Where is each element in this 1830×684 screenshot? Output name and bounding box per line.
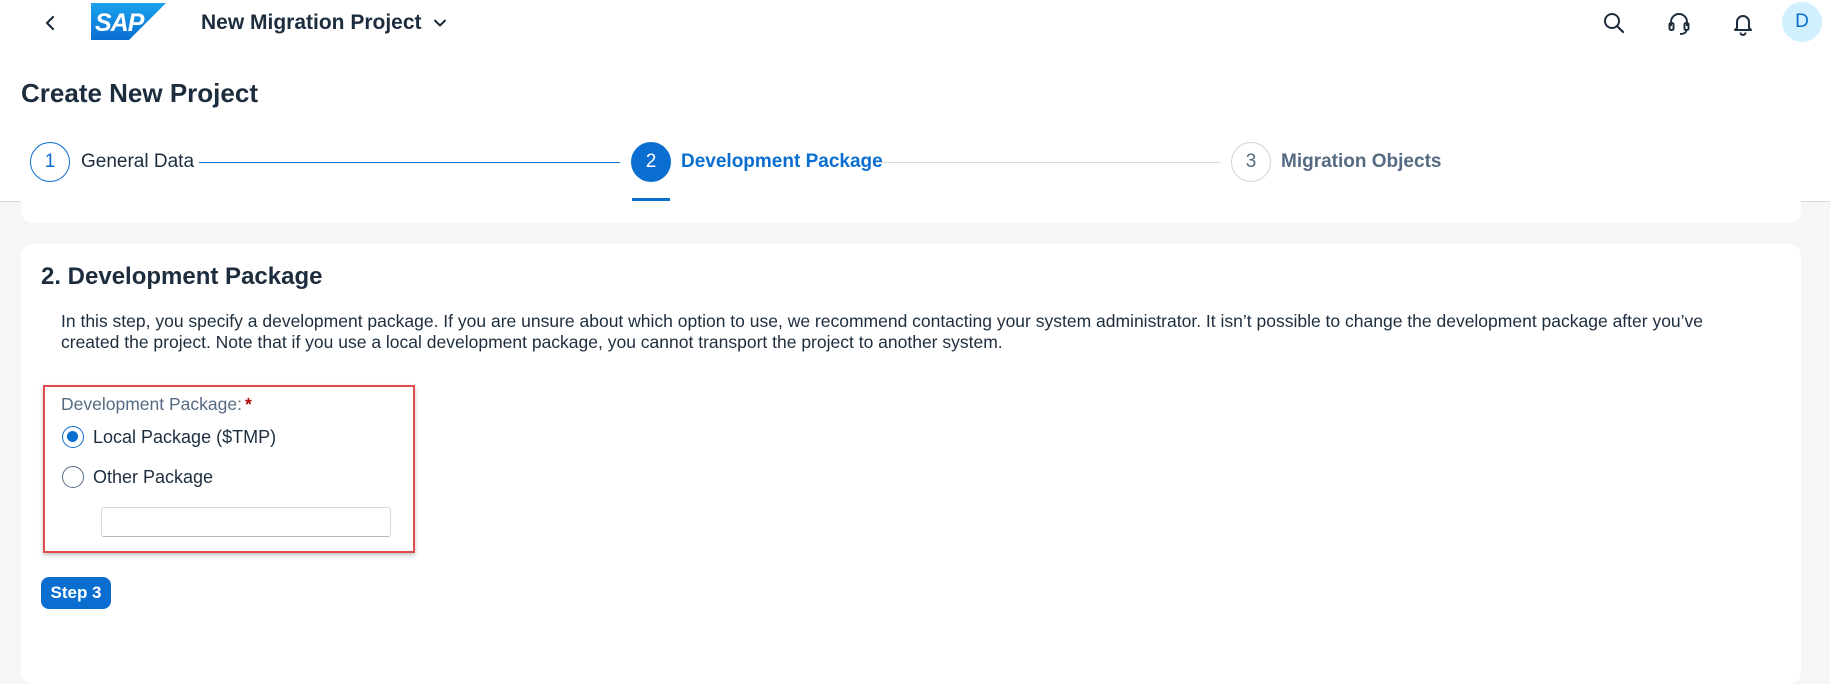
wizard-step-2-label[interactable]: Development Package — [681, 151, 883, 173]
wizard-step-1-circle[interactable]: 1 — [30, 142, 70, 182]
user-avatar[interactable]: D — [1782, 2, 1822, 42]
other-package-input[interactable] — [101, 507, 391, 537]
wizard-connector-1 — [199, 162, 620, 163]
field-label-text: Development Package: — [61, 394, 242, 414]
wizard-step-2-circle[interactable]: 2 — [631, 142, 671, 182]
bell-icon — [1734, 15, 1752, 36]
development-package-label: Development Package: * — [61, 394, 252, 415]
page-header — [0, 46, 1830, 202]
notifications-button[interactable] — [1729, 9, 1757, 37]
wizard-step-1-label[interactable]: General Data — [81, 151, 194, 173]
page-title: Create New Project — [21, 78, 258, 108]
section-title: 2. Development Package — [41, 263, 323, 290]
back-button[interactable] — [36, 8, 64, 38]
wizard-step-3-label[interactable]: Migration Objects — [1281, 151, 1441, 173]
next-step-button[interactable]: Step 3 — [41, 577, 111, 609]
support-button[interactable] — [1665, 9, 1693, 37]
required-marker: * — [244, 394, 252, 414]
app-title: New Migration Project — [201, 11, 422, 34]
sap-logo: SAP — [91, 3, 166, 40]
shell-bar: SAP New Migration Project D — [0, 0, 1830, 46]
svg-text:SAP: SAP — [95, 9, 145, 37]
local-package-radio[interactable] — [62, 426, 84, 448]
wizard-step-3-circle[interactable]: 3 — [1231, 142, 1271, 182]
local-package-label[interactable]: Local Package ($TMP) — [93, 427, 276, 448]
other-package-label[interactable]: Other Package — [93, 467, 213, 488]
other-package-radio[interactable] — [62, 466, 84, 488]
app-title-menu[interactable]: New Migration Project — [201, 11, 448, 35]
chevron-down-icon — [433, 19, 446, 27]
headset-icon — [1668, 13, 1690, 35]
wizard-connector-2 — [880, 162, 1220, 163]
search-icon — [1604, 13, 1625, 34]
section-description: In this step, you specify a development … — [61, 311, 1704, 352]
previous-section-card — [21, 201, 1801, 223]
back-icon — [45, 15, 55, 31]
search-button[interactable] — [1600, 9, 1628, 37]
